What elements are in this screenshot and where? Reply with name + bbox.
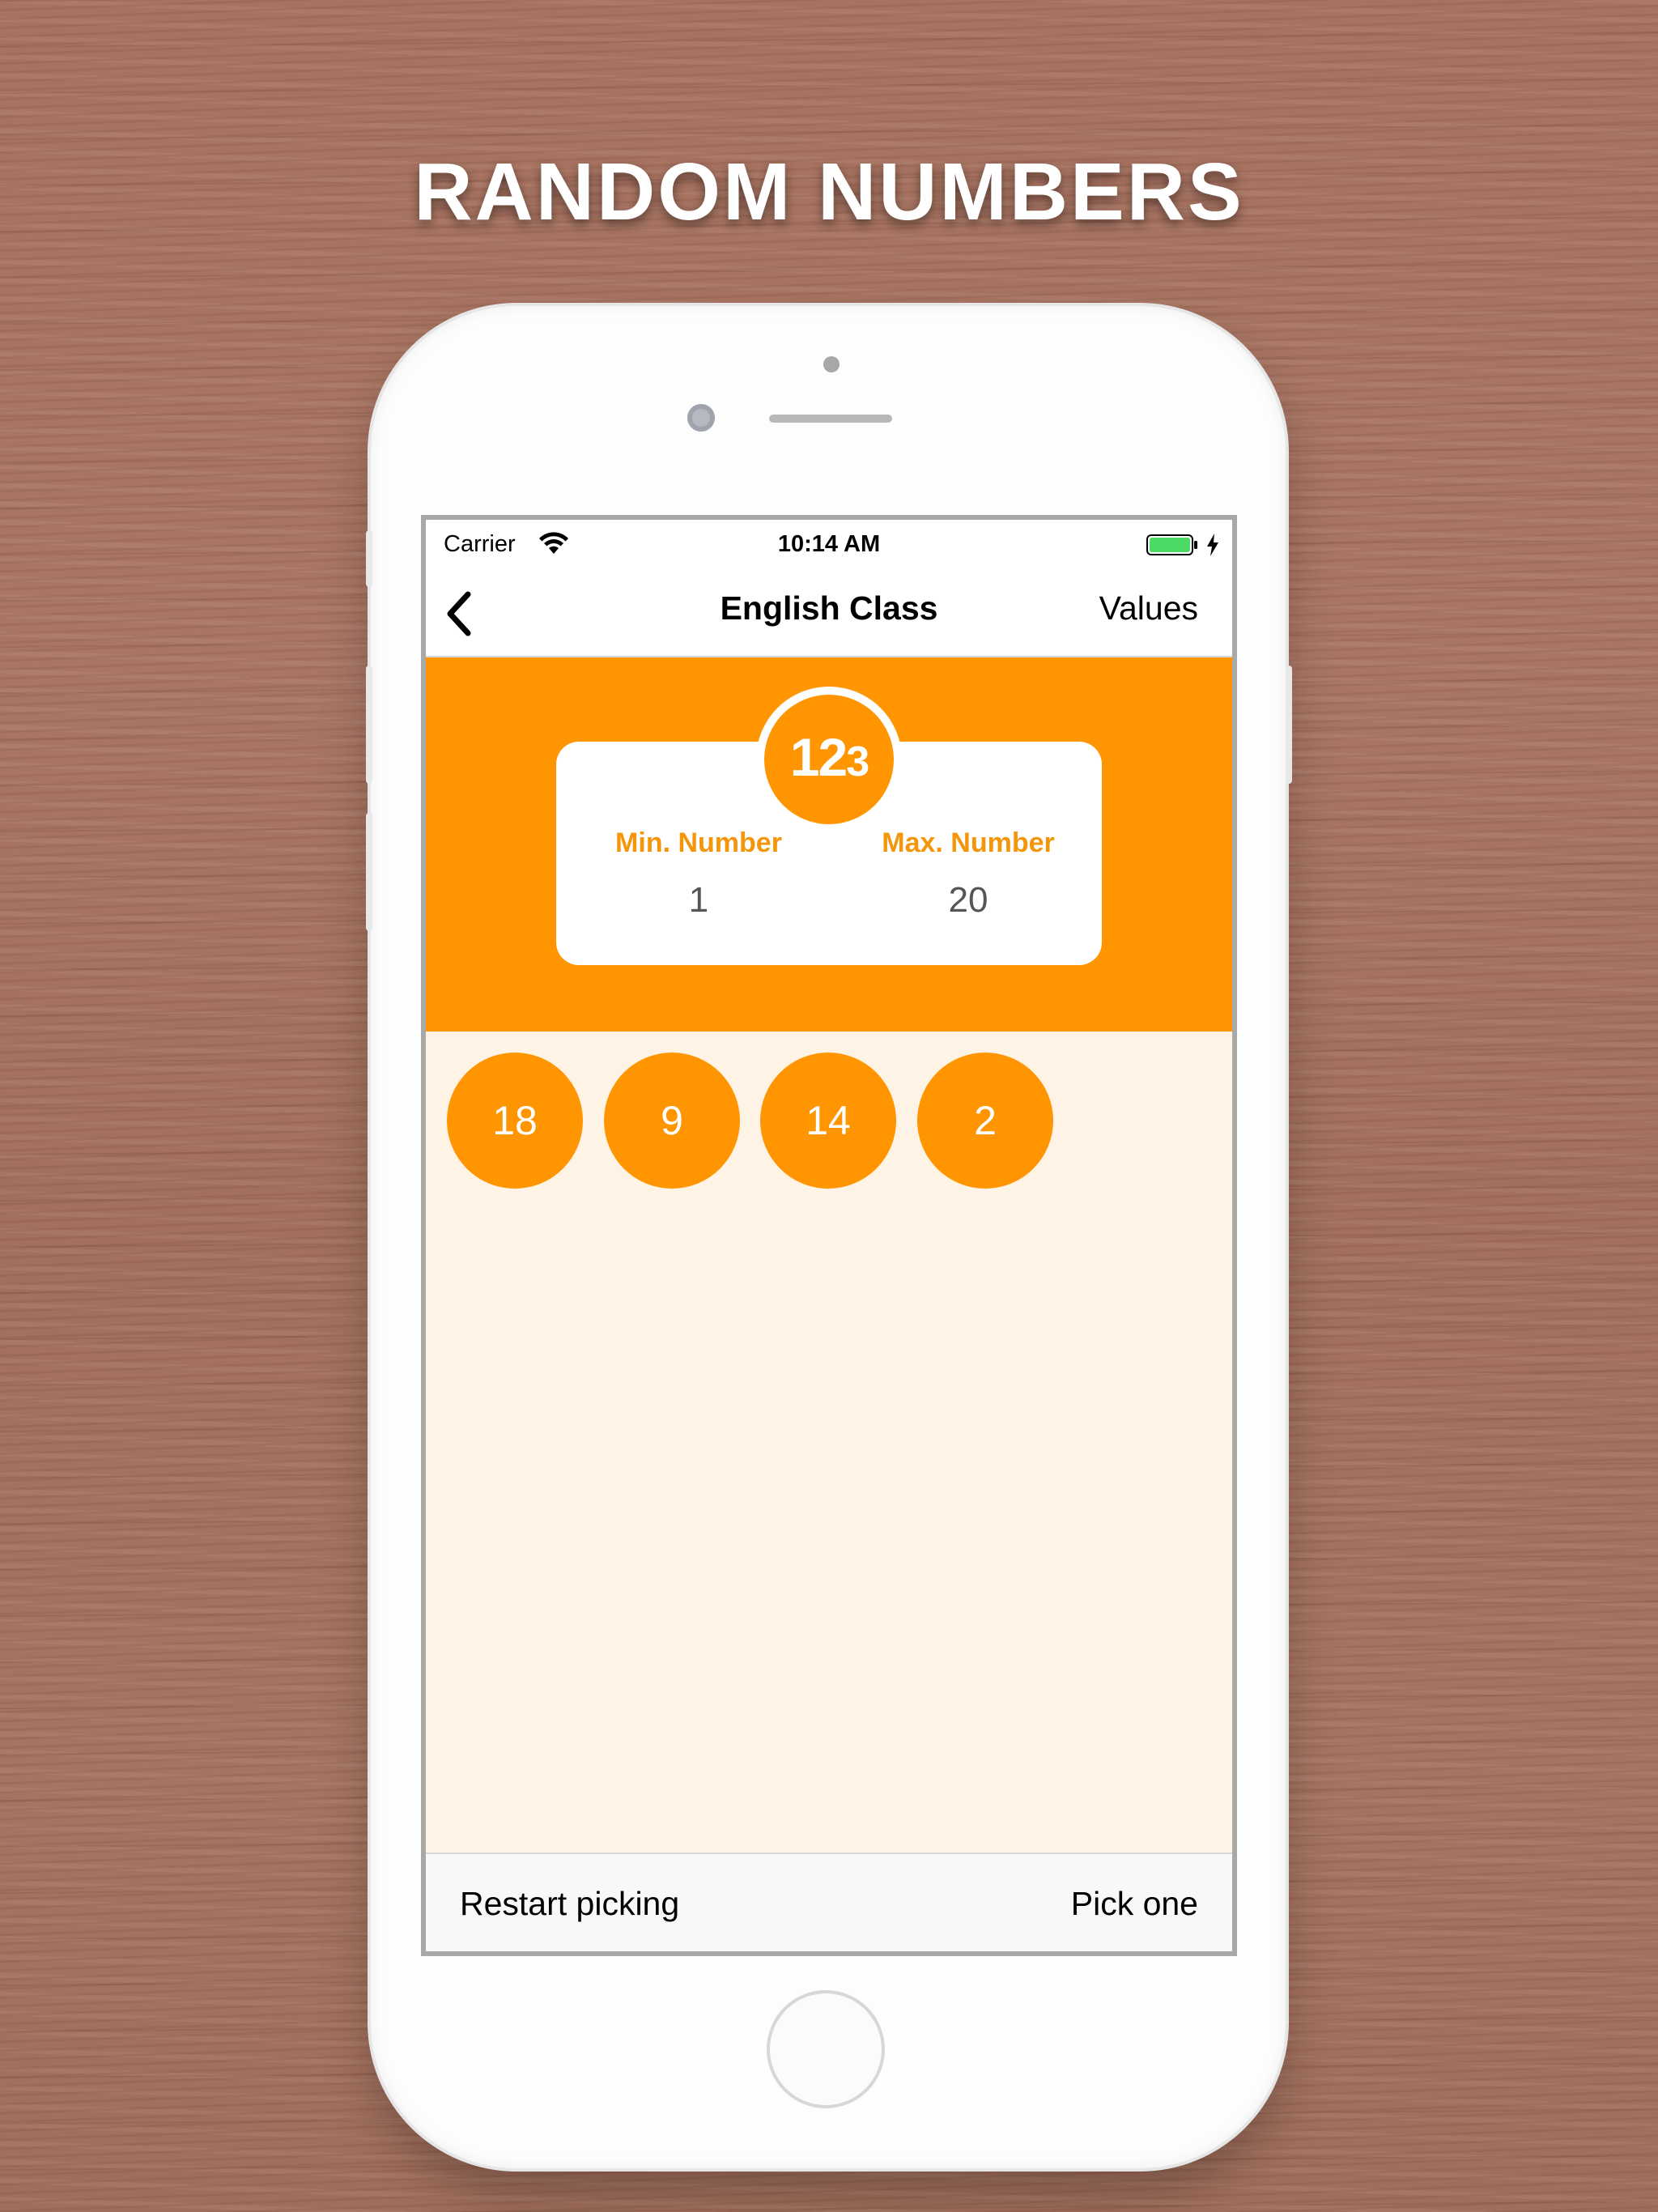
range-panel: Min. Number 1 Max. Number 20 123 bbox=[426, 657, 1232, 1032]
front-camera bbox=[687, 404, 715, 432]
phone-power-button bbox=[1286, 666, 1292, 784]
picked-number: 18 bbox=[447, 1053, 583, 1189]
earpiece-speaker bbox=[769, 415, 892, 423]
pick-one-button[interactable]: Pick one bbox=[1071, 1885, 1198, 1923]
promo-headline: RANDOM NUMBERS bbox=[414, 147, 1244, 237]
picked-number: 2 bbox=[917, 1053, 1053, 1189]
min-number-column[interactable]: Min. Number 1 bbox=[593, 827, 804, 921]
badge-digit-2: 2 bbox=[818, 727, 848, 787]
bottom-toolbar: Restart picking Pick one bbox=[426, 1853, 1232, 1951]
numbers-badge: 123 bbox=[756, 687, 902, 832]
numbers-badge-icon: 123 bbox=[764, 730, 894, 799]
min-number-label: Min. Number bbox=[615, 827, 782, 858]
badge-digit-1: 1 bbox=[789, 727, 820, 787]
phone-volume-down bbox=[366, 813, 372, 931]
phone-volume-up bbox=[366, 666, 372, 784]
charging-bolt-icon bbox=[1207, 534, 1218, 556]
picked-number: 9 bbox=[604, 1053, 740, 1189]
max-number-column[interactable]: Max. Number 20 bbox=[863, 827, 1073, 921]
max-number-label: Max. Number bbox=[882, 827, 1055, 858]
picked-numbers-area: 18 9 14 2 bbox=[426, 1032, 1232, 1853]
app-screen: Carrier 10:14 AM English Class Values Mi… bbox=[421, 515, 1237, 1956]
navigation-bar: English Class Values bbox=[426, 565, 1232, 657]
min-number-value: 1 bbox=[688, 880, 709, 920]
badge-digit-3: 3 bbox=[846, 738, 869, 785]
phone-sensor bbox=[823, 356, 840, 372]
picked-number: 14 bbox=[760, 1053, 896, 1189]
phone-mute-switch bbox=[366, 530, 372, 587]
battery-icon bbox=[1146, 534, 1197, 555]
values-button[interactable]: Values bbox=[1099, 589, 1198, 627]
numbers-badge-circle: 123 bbox=[764, 695, 894, 824]
status-time: 10:14 AM bbox=[777, 531, 881, 557]
status-bar: Carrier 10:14 AM bbox=[426, 520, 1232, 565]
home-button[interactable] bbox=[767, 1990, 885, 2108]
restart-picking-button[interactable]: Restart picking bbox=[460, 1885, 679, 1923]
max-number-value: 20 bbox=[948, 880, 988, 920]
